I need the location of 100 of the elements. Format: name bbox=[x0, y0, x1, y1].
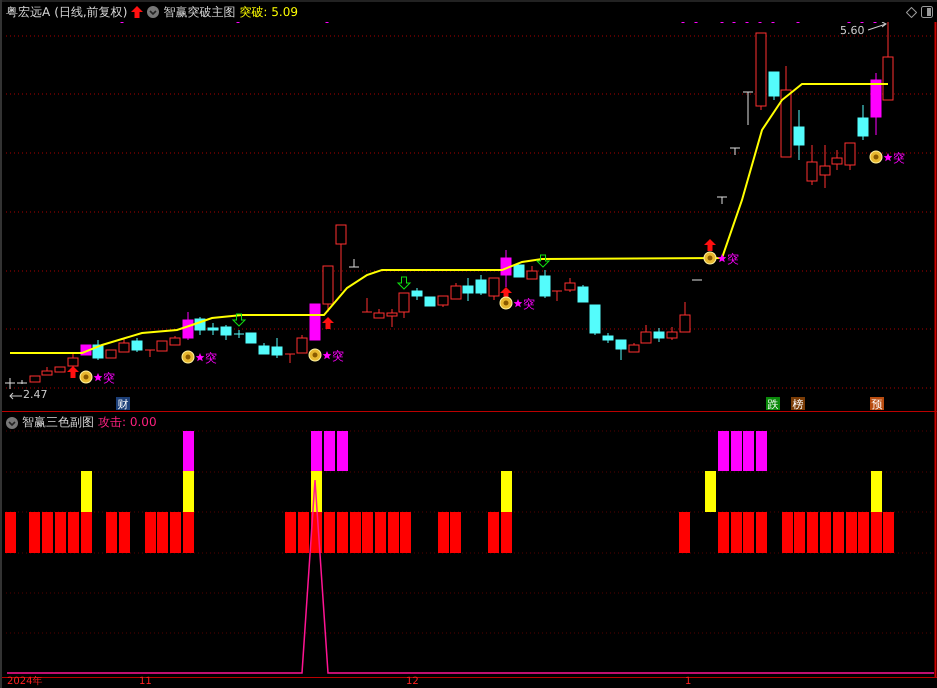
star-icon bbox=[196, 353, 204, 362]
high-price-label: 5.60 bbox=[840, 24, 864, 37]
candlestick bbox=[310, 304, 320, 340]
bar bbox=[337, 512, 348, 553]
bar bbox=[871, 512, 882, 553]
bar bbox=[298, 512, 309, 553]
candlestick bbox=[578, 284, 588, 302]
bar bbox=[718, 431, 729, 471]
candlestick bbox=[118, 338, 130, 352]
candlestick bbox=[858, 104, 868, 140]
panel-toggle-icon[interactable] bbox=[921, 6, 933, 18]
candlestick bbox=[870, 72, 882, 136]
bar bbox=[756, 512, 767, 553]
event-tag: 跌 bbox=[766, 397, 780, 411]
candlestick bbox=[462, 278, 474, 302]
breakout-label: 突 bbox=[103, 371, 115, 385]
axis-label: 12 bbox=[406, 677, 419, 687]
candlestick bbox=[730, 148, 740, 156]
candlestick bbox=[156, 340, 168, 352]
bar bbox=[337, 431, 348, 471]
bar bbox=[807, 512, 818, 553]
down-arrow-icon bbox=[536, 254, 550, 268]
bar bbox=[858, 512, 869, 553]
bar bbox=[29, 512, 40, 553]
diamond-icon[interactable] bbox=[906, 6, 917, 18]
breakout-label: 突 bbox=[205, 351, 217, 365]
bar bbox=[5, 512, 16, 553]
candlestick bbox=[654, 328, 664, 342]
bar bbox=[106, 512, 117, 553]
bar bbox=[157, 512, 168, 553]
bar bbox=[375, 512, 386, 553]
candlestick bbox=[438, 296, 448, 308]
event-tag: 榜 bbox=[791, 397, 805, 411]
candlestick bbox=[336, 224, 346, 292]
breakout-label: 突 bbox=[523, 297, 535, 311]
candlestick bbox=[806, 144, 818, 186]
bar bbox=[55, 512, 66, 553]
candlestick bbox=[68, 354, 78, 366]
candlestick bbox=[742, 92, 754, 126]
up-arrow-icon bbox=[67, 366, 79, 378]
axis-label: 11 bbox=[139, 677, 152, 687]
bar bbox=[311, 431, 322, 471]
candlestick bbox=[322, 266, 334, 312]
candlestick bbox=[476, 274, 486, 296]
candlestick bbox=[424, 296, 436, 306]
bar bbox=[756, 431, 767, 471]
chevron-down-icon[interactable] bbox=[6, 416, 18, 428]
candlestick bbox=[514, 264, 524, 278]
breakout-label: 突 bbox=[727, 252, 739, 266]
bar bbox=[743, 431, 754, 471]
candlestick bbox=[666, 326, 678, 340]
bar bbox=[119, 512, 130, 553]
event-tag: 预 bbox=[870, 397, 884, 411]
star-icon bbox=[322, 351, 332, 360]
candlestick bbox=[616, 340, 626, 360]
bar bbox=[501, 512, 512, 553]
leader-line bbox=[868, 22, 887, 30]
bar bbox=[705, 471, 716, 512]
star-icon bbox=[514, 299, 522, 308]
candlestick bbox=[208, 322, 218, 336]
indicator-name: 智赢突破主图 bbox=[163, 4, 236, 20]
candlestick bbox=[794, 110, 804, 160]
candlestick bbox=[132, 338, 142, 352]
bar bbox=[501, 471, 512, 512]
bar bbox=[350, 512, 361, 553]
candlestick bbox=[42, 366, 52, 376]
bar bbox=[324, 431, 335, 471]
candlestick bbox=[272, 338, 282, 358]
candlestick bbox=[412, 288, 422, 300]
candlestick bbox=[234, 330, 244, 338]
candlestick bbox=[106, 350, 116, 358]
bar bbox=[183, 512, 194, 553]
up-arrow-icon bbox=[131, 6, 144, 18]
chevron-down-icon[interactable] bbox=[147, 6, 160, 18]
bar bbox=[731, 512, 742, 553]
bar bbox=[718, 512, 729, 553]
candlestick bbox=[220, 324, 232, 340]
bar bbox=[488, 512, 499, 553]
down-arrow-icon bbox=[232, 314, 246, 327]
bar bbox=[731, 431, 742, 471]
bar bbox=[285, 512, 296, 553]
candlestick bbox=[590, 304, 600, 336]
bar bbox=[743, 512, 754, 553]
breakout-reading: 突破: 5.09 bbox=[239, 4, 298, 20]
bar bbox=[388, 512, 399, 553]
bar bbox=[170, 512, 181, 553]
axis-label: 2024年 bbox=[7, 677, 42, 687]
bar bbox=[183, 431, 194, 471]
bar bbox=[324, 512, 335, 553]
candlestick bbox=[348, 258, 360, 268]
stock-name: 粤宏远A bbox=[6, 4, 50, 20]
bar bbox=[81, 512, 92, 553]
bar bbox=[81, 471, 92, 512]
event-tag: 财 bbox=[116, 397, 130, 411]
bar bbox=[794, 512, 805, 553]
attack-reading: 攻击: 0.00 bbox=[98, 414, 157, 431]
bar bbox=[438, 512, 449, 553]
bar bbox=[820, 512, 831, 553]
bar bbox=[883, 512, 894, 553]
candlestick bbox=[246, 332, 256, 344]
